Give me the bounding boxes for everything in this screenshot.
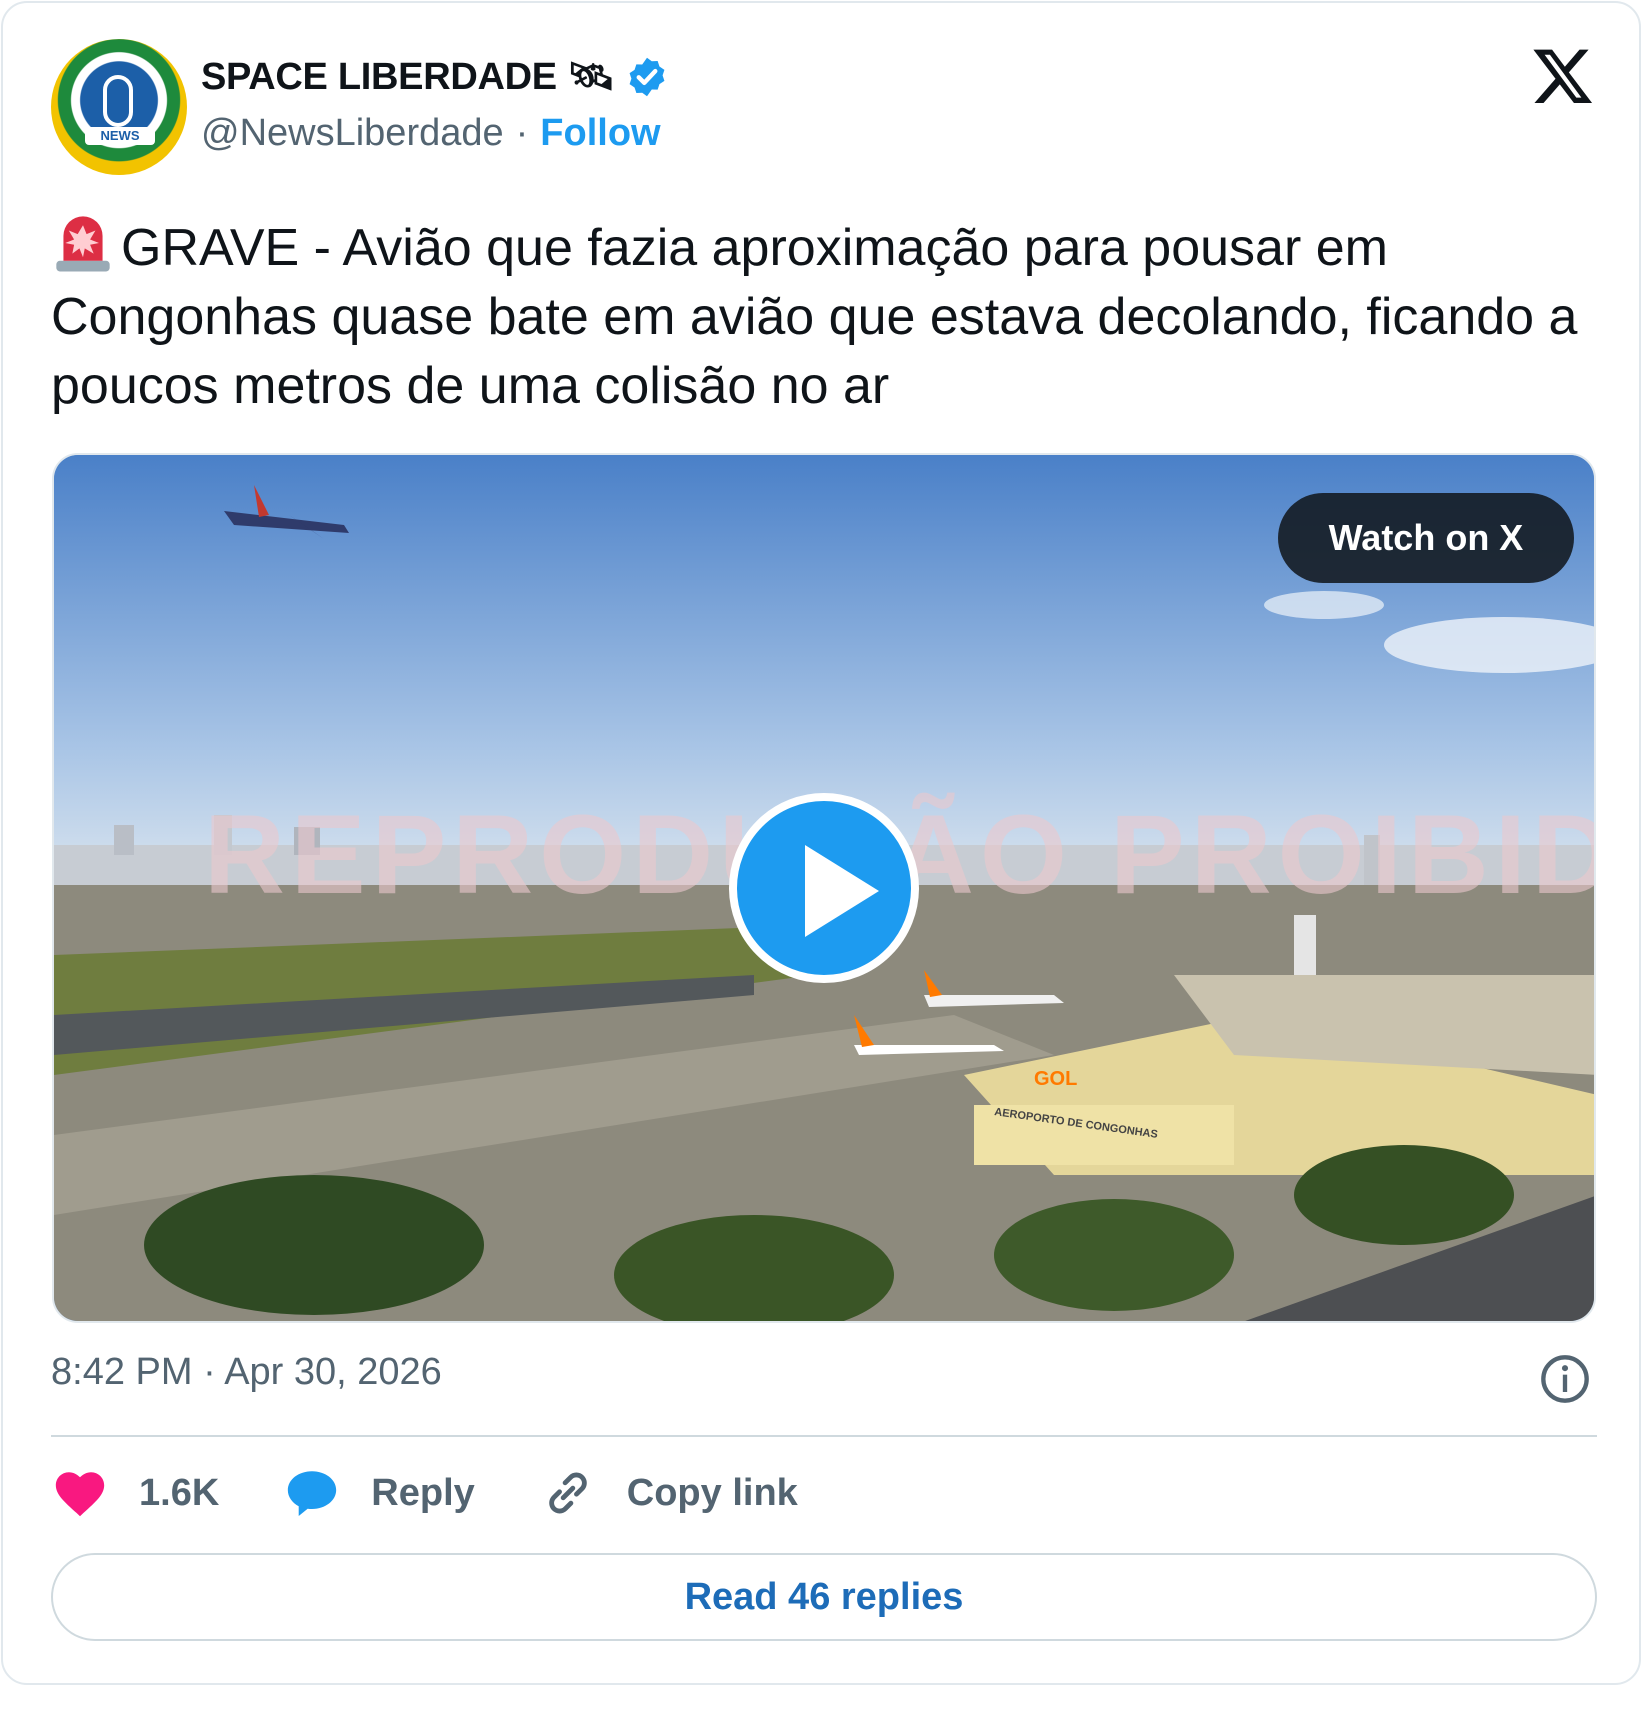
read-replies-button[interactable]: Read 46 replies [51, 1553, 1597, 1641]
reply-label: Reply [371, 1471, 475, 1514]
author-handle[interactable]: @NewsLiberdade [201, 112, 504, 155]
timestamp[interactable]: 8:42 PM · Apr 30, 2026 [51, 1351, 442, 1394]
reply-bubble-icon [288, 1471, 337, 1516]
info-icon[interactable] [1539, 1353, 1591, 1405]
author-name-row: SPACE LIBERDADE 🛰 [201, 53, 669, 101]
separator: · [515, 111, 529, 154]
rotating-light-icon [56, 216, 110, 272]
author-handle-row: @NewsLiberdade · Follow [201, 109, 661, 157]
microphone-icon [103, 75, 133, 127]
x-logo-icon[interactable] [1531, 43, 1595, 107]
verified-badge-icon [629, 57, 665, 97]
heart-icon [55, 1472, 105, 1517]
watch-on-x-button[interactable]: Watch on X [1278, 493, 1574, 583]
like-count: 1.6K [139, 1471, 220, 1514]
divider [51, 1435, 1597, 1437]
author-name[interactable]: SPACE LIBERDADE 🛰 [201, 55, 615, 99]
link-icon [549, 1472, 587, 1514]
reply-button[interactable]: Reply [283, 1464, 475, 1522]
copy-link-label: Copy link [626, 1471, 798, 1514]
copy-link-button[interactable]: Copy link [539, 1464, 798, 1522]
avatar[interactable]: NEWS [51, 39, 187, 175]
like-button[interactable]: 1.6K [51, 1464, 219, 1522]
tweet-text-block: GRAVE - Avião que fazia aproximação para… [51, 211, 1591, 421]
video-player[interactable]: GOL AEROPORTO DE CONGONHAS REPRODUÇÃO PR… [52, 453, 1596, 1323]
action-bar: 1.6K Reply Copy link [51, 1465, 862, 1521]
airline-logo: GOL [1034, 1068, 1077, 1090]
avatar-label: NEWS [85, 127, 155, 145]
tweet-text: GRAVE - Avião que fazia aproximação para… [51, 219, 1578, 415]
follow-button[interactable]: Follow [540, 112, 660, 155]
play-button[interactable] [729, 793, 919, 983]
play-icon [805, 845, 879, 937]
tweet-card: NEWS SPACE LIBERDADE 🛰 @NewsLiberdade · … [1, 1, 1641, 1685]
